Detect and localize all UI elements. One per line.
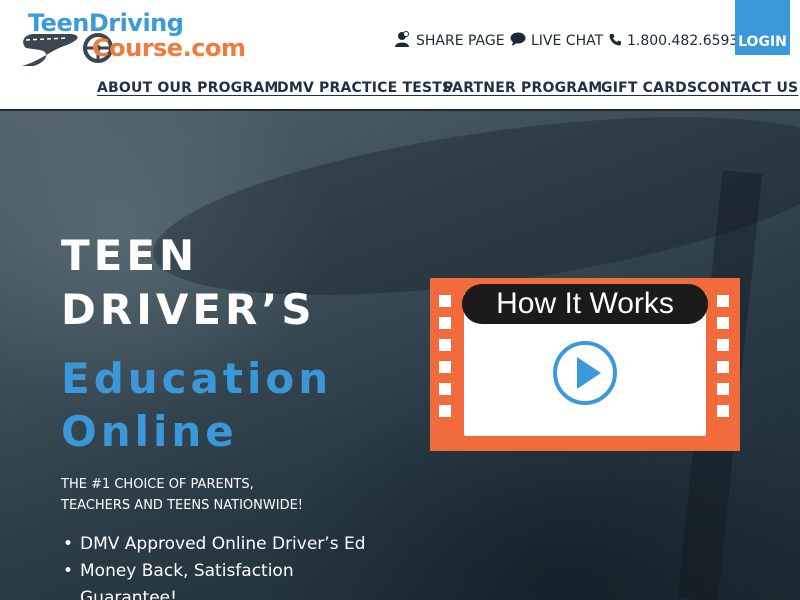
share-user-icon xyxy=(393,30,411,52)
site-logo[interactable]: TeenDriving Course.com xyxy=(20,6,246,74)
hero-subtitle-line1: Education xyxy=(61,354,333,403)
phone-number: 1.800.482.6593 xyxy=(627,33,739,49)
video-title: How It Works xyxy=(462,284,708,324)
film-strip-left xyxy=(439,295,451,417)
nav-partner-program[interactable]: PARTNER PROGRAM xyxy=(443,80,602,102)
chat-bubble-icon xyxy=(510,32,526,50)
nav-gift-cards[interactable]: GIFT CARDS xyxy=(601,80,697,102)
logo-text-bottom: Course.com xyxy=(92,34,246,62)
live-chat-link[interactable]: LIVE CHAT xyxy=(510,31,603,51)
nav-contact-us[interactable]: CONTACT US xyxy=(697,80,798,102)
film-strip-right xyxy=(717,295,729,417)
logo-text-top: TeenDriving xyxy=(28,9,184,37)
how-it-works-video[interactable]: How It Works xyxy=(430,278,740,451)
login-button[interactable]: LOGIN xyxy=(735,0,790,55)
hero-tagline: THE #1 CHOICE OF PARENTS, TEACHERS AND T… xyxy=(61,474,361,516)
phone-icon xyxy=(609,33,622,50)
list-item: Money Back, Satisfaction Guarantee! xyxy=(61,558,381,600)
nav-about-our-program[interactable]: ABOUT OUR PROGRAM xyxy=(97,80,279,102)
share-page-label: SHARE PAGE xyxy=(416,33,505,49)
hero-title-line2: DRIVER’S xyxy=(61,285,316,334)
play-icon[interactable] xyxy=(551,339,619,407)
phone-link[interactable]: 1.800.482.6593 xyxy=(609,31,738,51)
hero-tagline-line1: THE #1 CHOICE OF PARENTS, xyxy=(61,477,254,492)
list-item: DMV Approved Online Driver’s Ed xyxy=(61,531,381,558)
hero-tagline-line2: TEACHERS AND TEENS NATIONWIDE! xyxy=(61,498,304,513)
live-chat-label: LIVE CHAT xyxy=(531,33,604,49)
share-page-link[interactable]: SHARE PAGE xyxy=(393,31,505,51)
hero-subtitle-line2: Online xyxy=(61,407,238,456)
hero-banner: TEEN DRIVER’S Education Online THE #1 CH… xyxy=(0,111,800,600)
nav-dmv-practice-tests[interactable]: DMV PRACTICE TESTS xyxy=(277,80,452,102)
site-header: TeenDriving Course.com SHARE PAGE LIVE C… xyxy=(0,0,800,111)
hero-feature-list: DMV Approved Online Driver’s Ed Money Ba… xyxy=(61,531,381,600)
hero-title-line1: TEEN xyxy=(61,231,199,280)
